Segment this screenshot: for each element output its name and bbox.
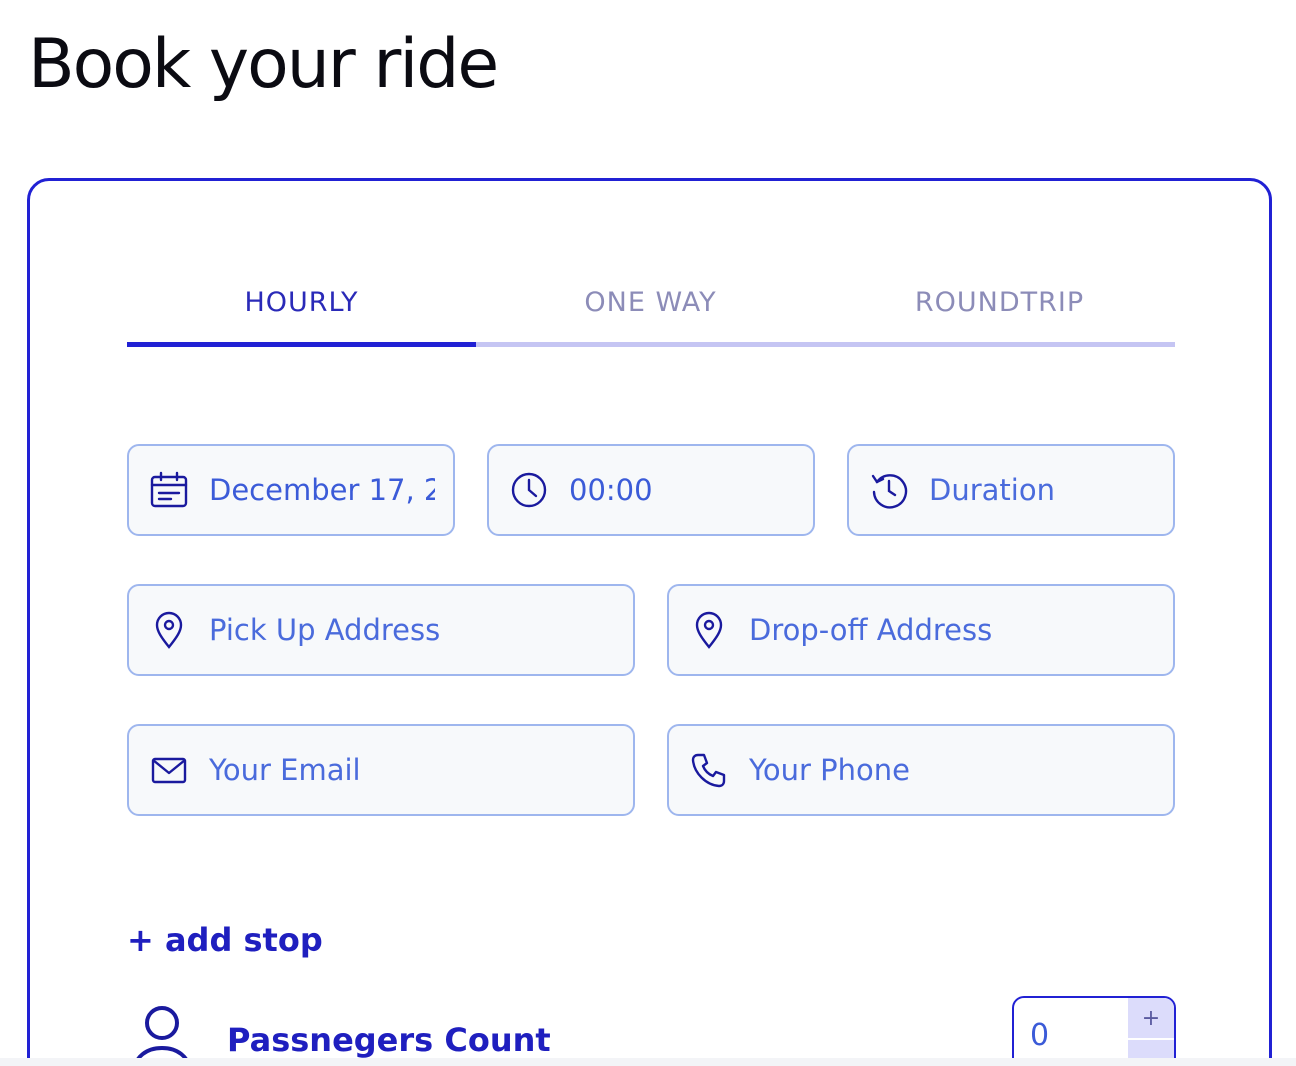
time-field[interactable] — [487, 444, 815, 536]
add-stop-button[interactable]: + add stop — [127, 921, 323, 959]
phone-input[interactable] — [749, 753, 1155, 787]
date-input[interactable] — [209, 473, 435, 507]
history-icon — [869, 470, 909, 510]
phone-field[interactable] — [667, 724, 1175, 816]
email-input[interactable] — [209, 753, 615, 787]
phone-icon — [689, 750, 729, 790]
dropoff-address-field[interactable] — [667, 584, 1175, 676]
map-pin-icon — [149, 610, 189, 650]
date-field[interactable] — [127, 444, 455, 536]
time-input[interactable] — [569, 473, 795, 507]
pickup-address-input[interactable] — [209, 613, 615, 647]
page-bottom-edge — [0, 1058, 1296, 1066]
map-pin-icon — [689, 610, 729, 650]
calendar-icon — [149, 470, 189, 510]
pickup-address-field[interactable] — [127, 584, 635, 676]
tab-one-way[interactable]: ONE WAY — [476, 269, 825, 335]
person-icon — [127, 1001, 197, 1066]
ride-type-tabs: HOURLY ONE WAY ROUNDTRIP — [127, 269, 1175, 349]
active-tab-indicator — [127, 342, 476, 347]
increment-button[interactable]: + — [1128, 998, 1174, 1038]
passenger-count-label: Passnegers Count — [227, 1021, 551, 1059]
tab-hourly[interactable]: HOURLY — [127, 269, 476, 335]
passenger-count-row: Passnegers Count 0 + - — [127, 996, 1177, 1066]
duration-input[interactable] — [929, 473, 1155, 507]
tab-roundtrip[interactable]: ROUNDTRIP — [825, 269, 1174, 335]
page-title: Book your ride — [28, 25, 499, 104]
mail-icon — [149, 750, 189, 790]
passenger-count-value: 0 — [1030, 1018, 1050, 1053]
passenger-count-stepper[interactable]: 0 + - — [1012, 996, 1176, 1066]
page: Book your ride HOURLY ONE WAY ROUNDTRIP — [0, 0, 1296, 1066]
clock-icon — [509, 470, 549, 510]
dropoff-address-input[interactable] — [749, 613, 1155, 647]
duration-field[interactable] — [847, 444, 1175, 536]
booking-card: HOURLY ONE WAY ROUNDTRIP December 17, 2 … — [27, 178, 1272, 1066]
email-field[interactable] — [127, 724, 635, 816]
